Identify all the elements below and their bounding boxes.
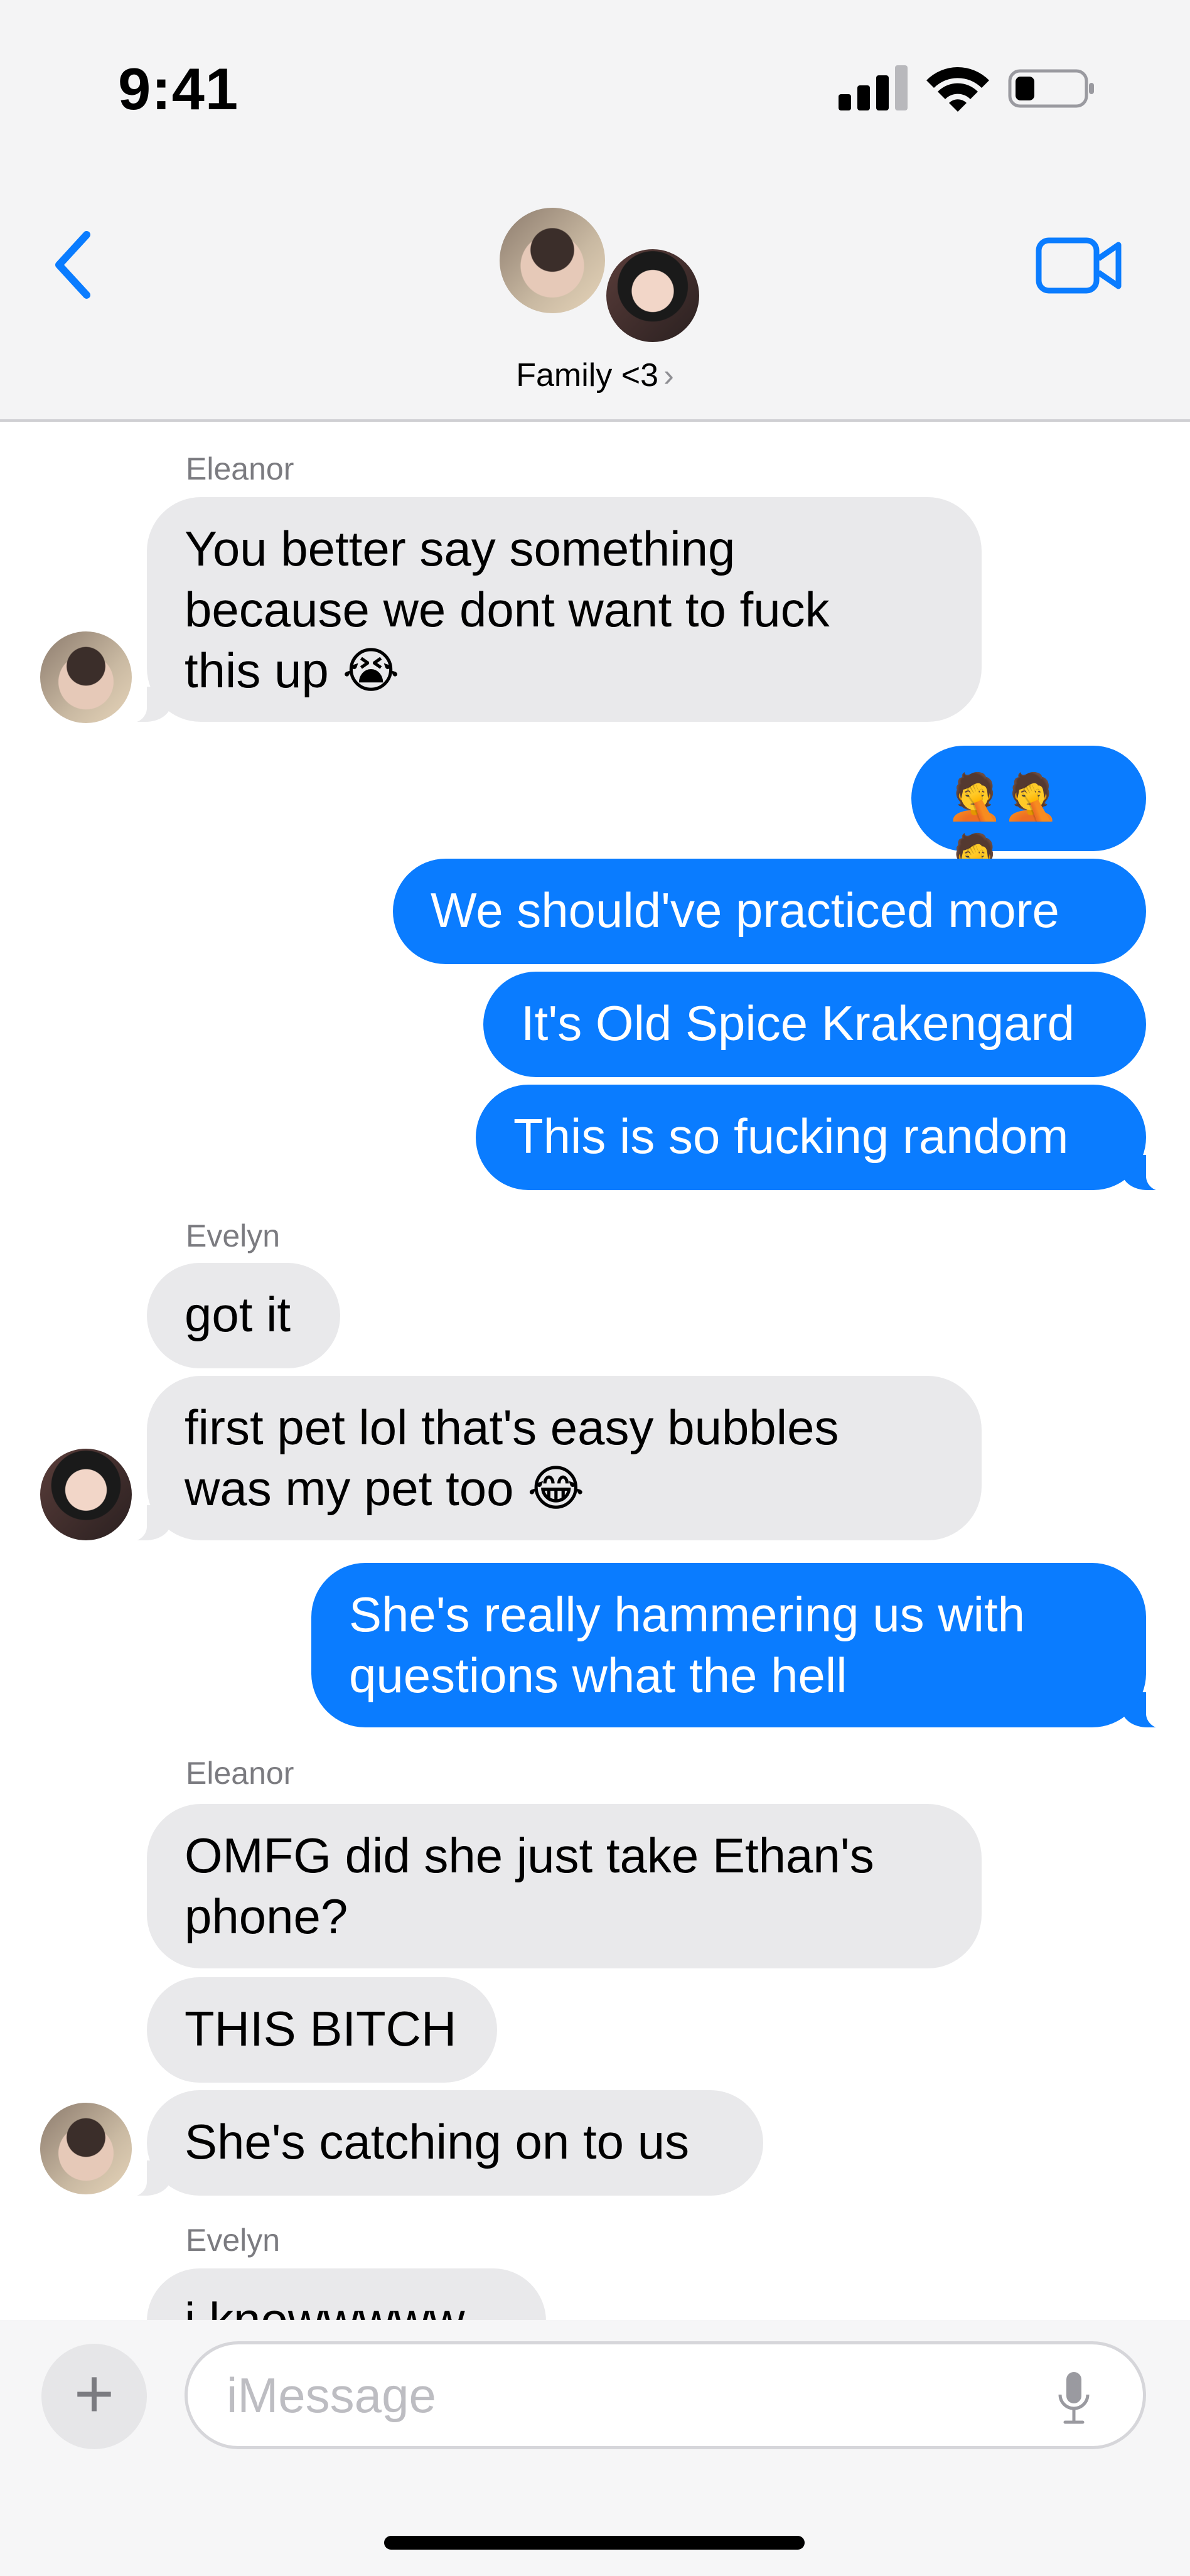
message-input[interactable] [225,2363,981,2427]
message-field[interactable] [185,2341,1146,2449]
microphone-icon[interactable] [1055,2369,1093,2426]
outgoing-message[interactable]: It's Old Spice Krakengard [483,972,1146,1077]
cellular-signal-icon [839,63,908,110]
back-chevron-icon[interactable] [49,227,99,303]
add-attachment-button[interactable]: + [41,2344,147,2449]
outgoing-message[interactable]: 🤦🤦🤦 [911,746,1146,883]
outgoing-message[interactable]: This is so fucking random [476,1085,1172,1191]
status-icons [839,63,1102,113]
eleanor-avatar[interactable] [496,204,609,317]
group-name-label: Family <3 [516,357,659,394]
battery-icon [1008,69,1094,108]
sender-name: Eleanor [186,1756,294,1791]
video-call-icon[interactable] [1036,237,1123,294]
eleanor-avatar[interactable] [40,631,132,723]
status-time: 9:41 [118,56,239,122]
group-avatars[interactable] [496,204,703,348]
sender-name: Evelyn [186,2223,281,2258]
chevron-right-icon: › [663,358,674,393]
incoming-message[interactable]: OMFG did she just take Ethan's phone? [147,1804,982,1968]
home-indicator [384,2536,805,2550]
incoming-message[interactable]: got it [147,1263,340,1368]
outgoing-message[interactable]: We should've practiced more [393,859,1146,964]
group-name[interactable]: Family <3 › [0,357,1190,394]
conversation-header: 9:41 Family <3 › [0,0,1190,422]
incoming-message[interactable]: She's catching on to us [121,2090,763,2197]
message-composer: + [0,2320,1190,2576]
incoming-message[interactable]: THIS BITCH [147,1977,497,2083]
evelyn-avatar[interactable] [603,245,703,346]
incoming-message[interactable]: first pet lol that's easy bubbles was my… [121,1376,982,1542]
evelyn-avatar[interactable] [40,1449,132,1540]
sender-name: Eleanor [186,451,294,486]
sender-name: Evelyn [186,1218,281,1253]
outgoing-message[interactable]: She's really hammering us with questions… [311,1563,1172,1729]
eleanor-avatar[interactable] [40,2103,132,2194]
incoming-message[interactable]: You better say something because we dont… [121,497,982,723]
wifi-icon [926,67,989,112]
